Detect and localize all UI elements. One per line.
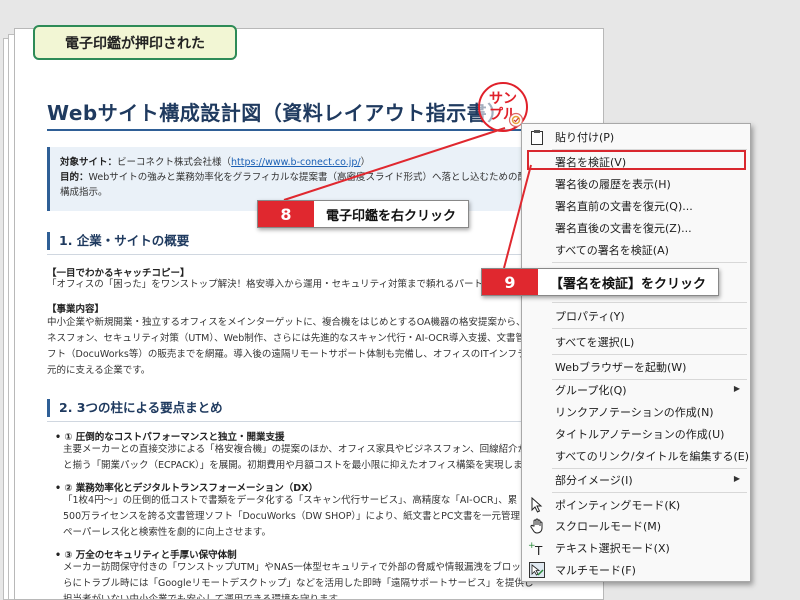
- hand-icon: [527, 516, 547, 536]
- menu-separator: [552, 354, 747, 355]
- menu-item-paste[interactable]: 貼り付け(P): [522, 126, 750, 147]
- text-select-icon: + T: [527, 538, 547, 558]
- menu-item-label: 貼り付け(P): [555, 130, 615, 144]
- section-heading-1: 1. 企業・サイトの概要: [47, 232, 189, 250]
- menu-item-label: すべてを選択(L): [555, 335, 635, 349]
- business-line: ネスフォン、セキュリティ対策（UTM）、Web制作、さらには先進的なスキャン代行…: [47, 333, 525, 344]
- step-number: 9: [482, 269, 538, 295]
- menu-item-label: Webブラウザーを起動(W): [555, 360, 687, 374]
- pointer-icon: [527, 495, 547, 515]
- menu-item-label: ポインティングモード(K): [555, 498, 681, 512]
- business-line: フト（DocuWorks等）の販売までを網羅。導入後の遠隔リモートサポート体制も…: [47, 349, 537, 360]
- catch-copy-text: 「オフィスの「困った」をワンストップ解決！格安導入から運用・セキュリティ対策まで…: [47, 279, 484, 290]
- business-line: 中小企業や新規開業・独立するオフィスをメインターゲットに、複合機をはじめとするO…: [47, 317, 526, 328]
- menu-item-edit-links[interactable]: すべてのリンク/タイトルを編集する(E): [522, 445, 750, 466]
- clipboard-icon: [527, 127, 547, 147]
- seal-text-line-1: サン: [489, 91, 517, 107]
- menu-separator: [552, 492, 747, 493]
- pillar-1-line: と揃う「開業パック（ECPACK）」を展開。初期費用や月額コストを最小限に抑えた…: [63, 460, 523, 471]
- pillar-2-heading: • ② 業務効率化とデジタルトランスフォーメーション（DX）: [55, 483, 318, 494]
- menu-item-create-title[interactable]: タイトルアノテーションの作成(U): [522, 423, 750, 444]
- menu-item-group[interactable]: グループ化(Q) ▶: [522, 379, 750, 400]
- pillar-3-line: 担当者がいない中小企業でも安心して運用できる環境を守ります。: [63, 594, 347, 600]
- menu-item-restore-after[interactable]: 署名直後の文書を復元(Z)...: [522, 217, 750, 238]
- multi-mode-icon: [527, 560, 547, 580]
- submenu-arrow-icon: ▶: [733, 474, 740, 483]
- menu-item-label: テキスト選択モード(X): [555, 541, 670, 555]
- submenu-arrow-icon: ▶: [733, 384, 740, 393]
- step-number: 8: [258, 201, 314, 227]
- menu-item-label: 署名後の履歴を表示(H): [555, 177, 671, 191]
- menu-item-restore-before[interactable]: 署名直前の文書を復元(Q)...: [522, 195, 750, 216]
- menu-item-verify-all[interactable]: すべての署名を検証(A): [522, 239, 750, 260]
- business-line: 元的に支える企業です。: [47, 365, 151, 376]
- section-rule: [47, 421, 595, 422]
- site-link[interactable]: https://www.b-conect.co.jp/: [231, 157, 361, 168]
- menu-item-label: リンクアノテーションの作成(N): [555, 405, 714, 419]
- menu-item-show-history[interactable]: 署名後の履歴を表示(H): [522, 173, 750, 194]
- section-heading-2: 2. 3つの柱による要点まとめ: [47, 399, 223, 417]
- business-label: 【事業内容】: [47, 304, 105, 315]
- info-site-text: ビーコネクト株式会社様（: [117, 157, 232, 168]
- menu-item-pointing-mode[interactable]: ポインティングモード(K): [522, 494, 750, 515]
- info-purpose-text: Webサイトの強みと業務効率化をグラフィカルな提案書（高密度スライド形式）へ落と…: [88, 172, 537, 183]
- menu-item-label: グループ化(Q): [555, 383, 627, 397]
- menu-item-label: スクロールモード(M): [555, 519, 662, 533]
- info-site-close: ）: [360, 157, 371, 168]
- stamp-applied-banner: 電子印鑑が押印された: [33, 25, 237, 60]
- menu-item-select-all[interactable]: すべてを選択(L): [522, 331, 750, 352]
- step-instruction: 電子印鑑を右クリック: [314, 201, 469, 227]
- verify-signature-highlight: [527, 150, 746, 170]
- callout-step-8: 8 電子印鑑を右クリック: [257, 200, 470, 228]
- menu-separator: [552, 328, 747, 329]
- menu-item-scroll-mode[interactable]: スクロールモード(M): [522, 515, 750, 536]
- section-rule: [47, 254, 595, 255]
- context-menu: 貼り付け(P) 署名を検証(V) 署名後の履歴を表示(H) 署名直前の文書を復元…: [521, 123, 751, 582]
- menu-item-open-browser[interactable]: Webブラウザーを起動(W): [522, 356, 750, 377]
- pillar-3-heading: • ③ 万全のセキュリティと手厚い保守体制: [55, 550, 237, 561]
- pillar-2-line: ペーパーレス化と検索性を劇的に向上させます。: [63, 527, 271, 538]
- pillar-3-line: らにトラブル時には「Googleリモートデスクトップ」などを活用した即時「遠隔サ…: [63, 578, 534, 589]
- menu-item-label: すべてのリンク/タイトルを編集する(E): [555, 449, 750, 463]
- menu-item-properties[interactable]: プロパティ(Y): [522, 305, 750, 326]
- pillar-2-line: 500万ライセンスを誇る文書管理ソフト「DocuWorks（DW SHOP）」に…: [63, 511, 530, 522]
- menu-item-label: 部分イメージ(I): [555, 473, 633, 487]
- pillar-1-heading: • ① 圧倒的なコストパフォーマンスと独立・開業支援: [55, 432, 285, 443]
- step-instruction: 【署名を検証】をクリック: [538, 269, 719, 295]
- menu-item-multi-mode[interactable]: マルチモード(F): [522, 559, 750, 580]
- menu-item-label: プロパティ(Y): [555, 309, 625, 323]
- document-title: Webサイト構成設計図（資料レイアウト指示書）: [47, 101, 508, 125]
- menu-item-label: すべての署名を検証(A): [555, 243, 669, 257]
- menu-separator: [552, 262, 747, 263]
- menu-item-label: タイトルアノテーションの作成(U): [555, 427, 725, 441]
- menu-item-label: マルチモード(F): [555, 563, 636, 577]
- svg-text:T: T: [534, 544, 543, 556]
- pillar-2-line: 「1枚4円〜」の圧倒的低コストで書類をデータ化する「スキャン代行サービス」、高精…: [63, 495, 518, 506]
- menu-item-label: 署名直後の文書を復元(Z)...: [555, 221, 692, 235]
- menu-item-text-select-mode[interactable]: + T テキスト選択モード(X): [522, 537, 750, 558]
- info-purpose-label: 目的：: [60, 172, 89, 183]
- callout-step-9: 9 【署名を検証】をクリック: [481, 268, 720, 296]
- menu-item-create-link[interactable]: リンクアノテーションの作成(N): [522, 401, 750, 422]
- menu-item-partial-image[interactable]: 部分イメージ(I) ▶: [522, 469, 750, 490]
- pillar-1-line: 主要メーカーとの直接交渉による「格安複合機」の提案のほか、オフィス家具やビジネス…: [63, 444, 528, 455]
- menu-item-label: 署名直前の文書を復元(Q)...: [555, 199, 693, 213]
- info-site-label: 対象サイト：: [60, 157, 118, 168]
- menu-separator: [552, 302, 747, 303]
- info-purpose-text-2: 構成指示。: [60, 187, 108, 198]
- pillar-3-line: メーカー訪問保守付きの「ワンストップUTM」やNAS一体型セキュリティで外部の脅…: [63, 562, 531, 573]
